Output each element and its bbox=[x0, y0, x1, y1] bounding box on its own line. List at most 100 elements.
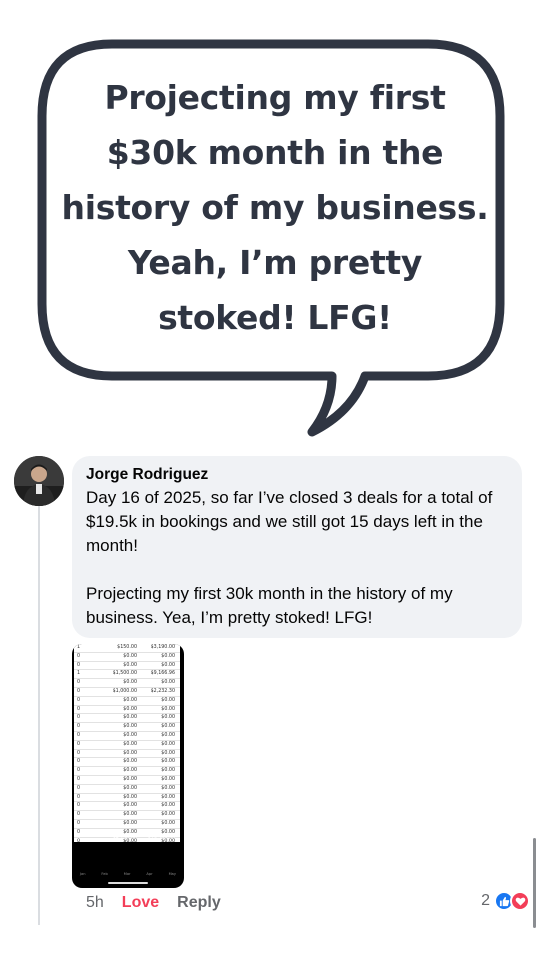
spreadsheet-cell: $0.00 bbox=[123, 662, 137, 668]
spreadsheet-cell: $9,166.96 bbox=[150, 671, 175, 677]
spreadsheet-cell: $3,190.00 bbox=[150, 645, 175, 650]
spreadsheet-row: 0 $0.00 $0.00 bbox=[74, 653, 180, 662]
sheet-tab[interactable]: Mar bbox=[124, 872, 131, 876]
spreadsheet-cell: 0 bbox=[77, 785, 81, 791]
comment-author[interactable]: Jorge Rodriguez bbox=[86, 465, 508, 485]
spreadsheet-cell: $0.00 bbox=[161, 724, 175, 730]
spreadsheet-cell: 0 bbox=[77, 812, 81, 818]
spreadsheet-cell: $0.00 bbox=[123, 803, 137, 809]
speech-bubble: Projecting my first $30k month in the hi… bbox=[0, 0, 540, 450]
spreadsheet-cell: 0 bbox=[77, 680, 81, 686]
spreadsheet-cell: $150.00 bbox=[117, 645, 137, 650]
spreadsheet-cell: 1 bbox=[77, 645, 81, 650]
spreadsheet-cell: $0.00 bbox=[161, 715, 175, 721]
spreadsheet-cell: $0.00 bbox=[123, 812, 137, 818]
love-button[interactable]: Love bbox=[122, 893, 159, 913]
comment-text: Day 16 of 2025, so far I’ve closed 3 dea… bbox=[86, 488, 493, 627]
spreadsheet-cell: 1 bbox=[77, 671, 81, 677]
spreadsheet-cell: $0.00 bbox=[123, 680, 137, 686]
sheet-tab[interactable]: Apr bbox=[146, 872, 152, 876]
total-bookings: $19,569.35 bbox=[147, 836, 175, 841]
spreadsheet-cell: $0.00 bbox=[123, 715, 137, 721]
spreadsheet-cell: $0.00 bbox=[161, 776, 175, 782]
spreadsheet-cell: $0.00 bbox=[123, 732, 137, 738]
spreadsheet-cell: 0 bbox=[77, 759, 81, 765]
spreadsheet-row: 1 $150.00 $3,190.00 bbox=[74, 644, 180, 653]
spreadsheet-cell: $0.00 bbox=[123, 653, 137, 659]
comment-bubble: Jorge Rodriguez Day 16 of 2025, so far I… bbox=[72, 456, 522, 638]
spreadsheet-row: 0 $0.00 $0.00 bbox=[74, 697, 180, 706]
spreadsheet-cell: $0.00 bbox=[161, 759, 175, 765]
spreadsheet-row: 1 $1,500.00 $9,166.96 bbox=[74, 670, 180, 680]
spreadsheet-cell: 0 bbox=[77, 715, 81, 721]
spreadsheet-cell: $0.00 bbox=[123, 776, 137, 782]
spreadsheet-cell: 0 bbox=[77, 768, 81, 774]
spreadsheet-row: 0 $0.00 $0.00 bbox=[74, 662, 180, 671]
spreadsheet-cell: 0 bbox=[77, 697, 81, 703]
spreadsheet-cell: $0.00 bbox=[161, 820, 175, 826]
heart-icon bbox=[510, 891, 530, 911]
spreadsheet-cell: $0.00 bbox=[123, 794, 137, 800]
spreadsheet-row: 0 $0.00 $0.00 bbox=[74, 767, 180, 776]
spreadsheet-row: 0 $0.00 $0.00 bbox=[74, 706, 180, 715]
spreadsheet-row: 0 $0.00 $0.00 bbox=[74, 811, 180, 820]
spreadsheet-cell: $0.00 bbox=[123, 741, 137, 747]
spreadsheet-cell: $0.00 bbox=[161, 750, 175, 756]
spreadsheet-cell: $0.00 bbox=[161, 803, 175, 809]
sheet-tab[interactable]: Feb bbox=[101, 872, 107, 876]
spreadsheet-row: 0 $1,000.00 $2,232.30 bbox=[74, 688, 180, 697]
spreadsheet-cell: $0.00 bbox=[161, 653, 175, 659]
spreadsheet-cell: 0 bbox=[77, 732, 81, 738]
spreadsheet-cell: $0.00 bbox=[161, 812, 175, 818]
scrollbar[interactable] bbox=[533, 838, 536, 928]
spreadsheet-cell: $0.00 bbox=[123, 768, 137, 774]
spreadsheet-row: 0 $0.00 $0.00 bbox=[74, 750, 180, 759]
spreadsheet-cell: $0.00 bbox=[161, 680, 175, 686]
comment-actions: 5h Love Reply bbox=[86, 893, 221, 913]
comment-timestamp[interactable]: 5h bbox=[86, 893, 104, 913]
total-amount: $4,750.00 bbox=[112, 836, 137, 841]
spreadsheet-row: 0 $0.00 $0.00 bbox=[74, 820, 180, 829]
reaction-summary[interactable]: 2 bbox=[481, 891, 530, 911]
spreadsheet-row: 0 $0.00 $0.00 bbox=[74, 794, 180, 803]
attachment-image[interactable]: 1 $150.00 $3,190.00 0 $0.00 $0.00 0 $0.00 $0.00 1… bbox=[72, 644, 184, 888]
spreadsheet-row: 0 $0.00 $0.00 bbox=[74, 679, 180, 688]
spreadsheet-cell: $0.00 bbox=[123, 697, 137, 703]
spreadsheet-cell: $0.00 bbox=[123, 750, 137, 756]
spreadsheet-row: 0 $0.00 $0.00 bbox=[74, 802, 180, 812]
spreadsheet-cell: $0.00 bbox=[161, 662, 175, 668]
sheet-tab[interactable]: Jan bbox=[80, 872, 86, 876]
spreadsheet-row: 0 $0.00 $0.00 bbox=[74, 776, 180, 785]
reaction-count: 2 bbox=[481, 892, 490, 909]
spreadsheet-cell: $0.00 bbox=[161, 697, 175, 703]
spreadsheet-row: 0 $0.00 $0.00 bbox=[74, 732, 180, 741]
spreadsheet-cell: 0 bbox=[77, 653, 81, 659]
spreadsheet-cell: $0.00 bbox=[123, 820, 137, 826]
bubble-quote: Projecting my first $30k month in the hi… bbox=[61, 78, 489, 337]
spreadsheet-cell: $0.00 bbox=[161, 794, 175, 800]
sheet-tabs: Jan Feb Mar Apr May bbox=[72, 872, 184, 876]
spreadsheet-cell: $2,232.30 bbox=[150, 688, 175, 694]
spreadsheet-total-row: 3 $4,750.00 $19,569.35 bbox=[74, 834, 180, 843]
spreadsheet-row: 0 $0.00 $0.00 bbox=[74, 714, 180, 724]
spreadsheet-cell: 0 bbox=[77, 776, 81, 782]
spreadsheet-cell: $0.00 bbox=[123, 724, 137, 730]
avatar[interactable] bbox=[14, 456, 64, 506]
spreadsheet-cell: $0.00 bbox=[161, 785, 175, 791]
spreadsheet-cell: $0.00 bbox=[123, 706, 137, 712]
spreadsheet-cell: $0.00 bbox=[123, 785, 137, 791]
spreadsheet-cell: $0.00 bbox=[123, 759, 137, 765]
spreadsheet-row: 0 $0.00 $0.00 bbox=[74, 785, 180, 794]
spreadsheet-cell: $1,500.00 bbox=[112, 671, 137, 677]
spreadsheet-cell: 0 bbox=[77, 741, 81, 747]
sheet-tab[interactable]: May bbox=[169, 872, 176, 876]
spreadsheet-cell: 0 bbox=[77, 688, 81, 694]
home-indicator bbox=[108, 882, 148, 884]
spreadsheet-cell: 0 bbox=[77, 724, 81, 730]
spreadsheet-cell: $0.00 bbox=[161, 768, 175, 774]
total-deals: 3 bbox=[77, 836, 81, 841]
spreadsheet-cell: 0 bbox=[77, 803, 81, 809]
spreadsheet-cell: $0.00 bbox=[161, 732, 175, 738]
reply-button[interactable]: Reply bbox=[177, 893, 221, 913]
spreadsheet-cell: 0 bbox=[77, 820, 81, 826]
